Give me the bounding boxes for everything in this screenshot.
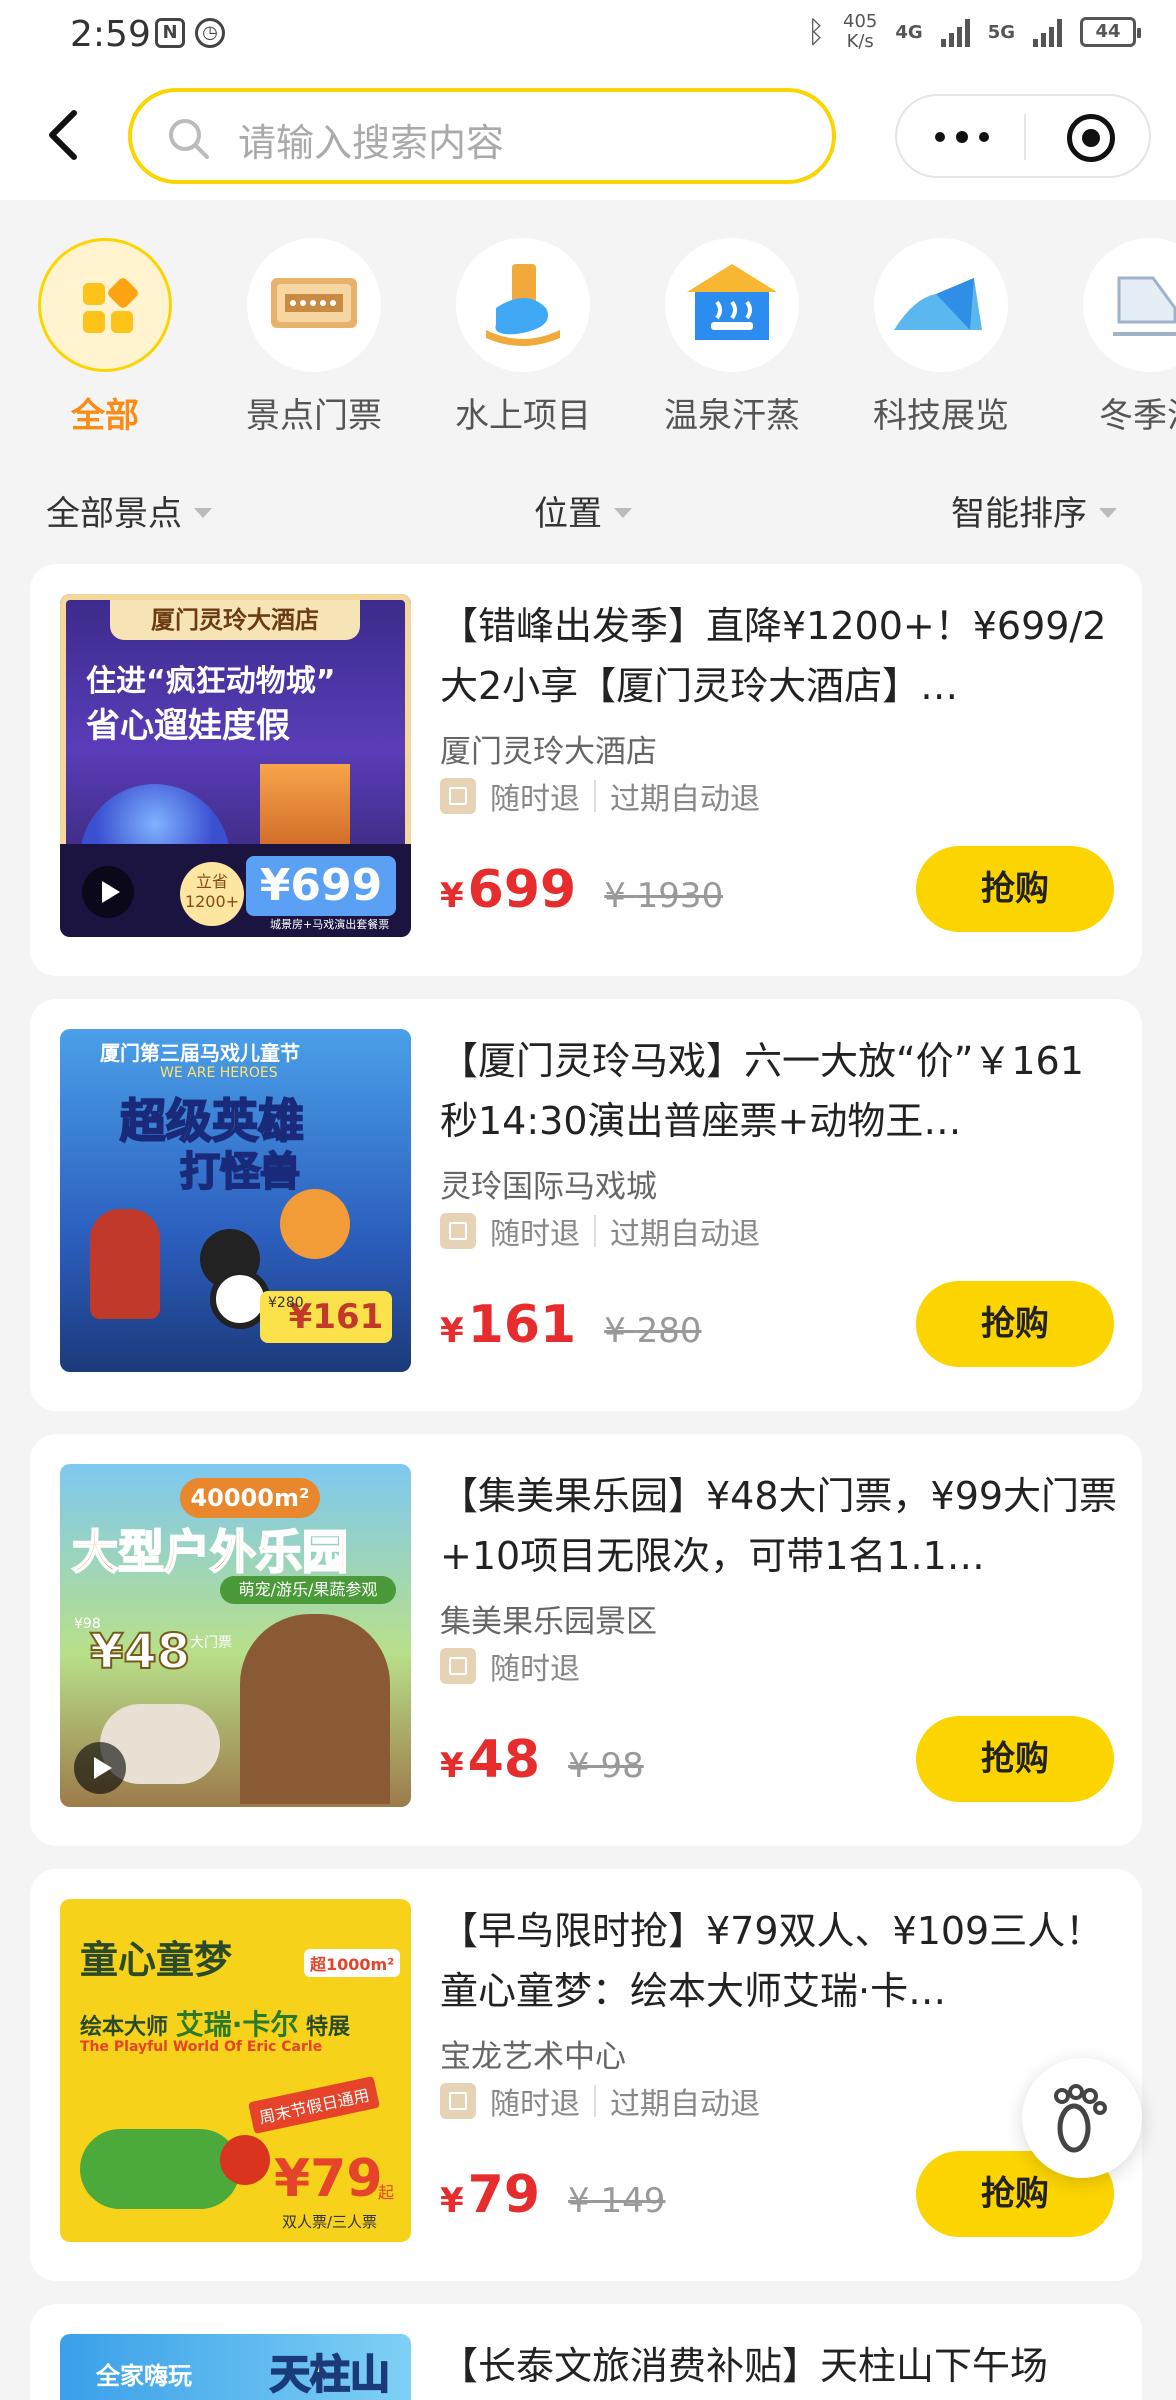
price: ¥ 699 ¥ 1930 — [440, 860, 724, 920]
product-card[interactable]: 厦门第三届马戏儿童节 WE ARE HEROES 超级英雄 打怪兽 ¥280 ¥… — [30, 999, 1142, 1411]
venue-name: 集美果乐园景区 — [440, 1604, 657, 1640]
footprint-button[interactable] — [1022, 2058, 1142, 2178]
back-button[interactable] — [40, 105, 90, 165]
status-time: 2:59 — [70, 14, 151, 55]
miniapp-capsule — [895, 94, 1151, 178]
category-all[interactable]: 全部 — [10, 238, 200, 437]
alarm-icon: ◷ — [195, 18, 225, 48]
search-icon — [169, 119, 209, 159]
product-image: 40000m² 大型户外乐园 萌宠/游乐/果蔬参观 ¥98 ¥48 大门票 — [60, 1464, 411, 1807]
hot-spring-icon — [687, 264, 777, 340]
venue-name: 灵玲国际马戏城 — [440, 1169, 657, 1205]
more-button[interactable] — [897, 96, 1024, 176]
product-card[interactable]: 全家嗨玩 天柱山 【长泰文旅消费补贴】天柱山下午场 — [30, 2304, 1142, 2400]
buy-button[interactable]: 抢购 — [916, 1281, 1114, 1367]
product-card[interactable]: 童心童梦 超1000m² 绘本大师 艾瑞·卡尔 特展 The Playful W… — [30, 1869, 1142, 2281]
nfc-icon: N — [155, 18, 185, 48]
grid-icon — [83, 278, 138, 333]
category-winter[interactable]: 冬季滑 — [1055, 238, 1176, 437]
buy-button[interactable]: 抢购 — [916, 1716, 1114, 1802]
product-image: 厦门第三届马戏儿童节 WE ARE HEROES 超级英雄 打怪兽 ¥280 ¥… — [60, 1029, 411, 1372]
refund-icon — [440, 778, 476, 814]
exhibition-icon — [894, 278, 982, 330]
product-title: 【厦门灵玲马戏】六一大放“价”￥161秒14:30演出普座票+动物王… — [440, 1039, 1084, 1143]
bluetooth-icon: ᛒ — [807, 14, 826, 50]
price: ¥ 48 ¥ 98 — [440, 1730, 644, 1790]
caret-down-icon — [614, 507, 632, 518]
product-card[interactable]: 厦门灵玲大酒店 住进“疯狂动物城” 省心遛娃度假 立省 1200+ ¥699 城… — [30, 564, 1142, 976]
category-exhibition[interactable]: 科技展览 — [846, 238, 1036, 437]
filter-location[interactable]: 位置 — [534, 486, 632, 535]
battery-icon: 44 — [1080, 17, 1141, 47]
category-hot-spring[interactable]: 温泉汗蒸 — [637, 238, 827, 437]
signal-icon — [940, 17, 970, 47]
network-speed: 405 K/s — [843, 11, 878, 52]
refund-icon — [440, 1648, 476, 1684]
product-card[interactable]: 40000m² 大型户外乐园 萌宠/游乐/果蔬参观 ¥98 ¥48 大门票 【集… — [30, 1434, 1142, 1846]
refund-icon — [440, 1213, 476, 1249]
filter-scenic[interactable]: 全部景点 — [46, 486, 212, 535]
refund-tags: 随时退 过期自动退 — [440, 1209, 760, 1253]
refund-tags: 随时退 — [440, 1644, 580, 1688]
product-title: 【集美果乐园】¥48大门票，¥99大门票+10项目无限次，可带1名1.1… — [440, 1474, 1118, 1578]
product-image: 厦门灵玲大酒店 住进“疯狂动物城” 省心遛娃度假 立省 1200+ ¥699 城… — [60, 594, 411, 937]
price: ¥ 161 ¥ 280 — [440, 1295, 702, 1355]
footprint-icon — [1054, 2084, 1107, 2153]
venue-name: 厦门灵玲大酒店 — [440, 734, 657, 770]
filter-bar: 全部景点 位置 智能排序 — [0, 460, 1176, 556]
search-input[interactable]: 请输入搜索内容 — [128, 88, 836, 184]
product-image: 全家嗨玩 天柱山 — [60, 2334, 411, 2400]
water-slide-icon — [486, 264, 560, 346]
category-bar: 全部 景点门票 水上项目 温泉汗蒸 科技展览 冬季 — [0, 200, 1176, 440]
skate-icon — [1113, 276, 1176, 336]
buy-button[interactable]: 抢购 — [916, 846, 1114, 932]
status-bar: 2:59 N ◷ ᛒ 405 K/s 4G 5G 44 — [0, 0, 1176, 70]
product-title: 【长泰文旅消费补贴】天柱山下午场 — [440, 2344, 1049, 2388]
refund-tags: 随时退 过期自动退 — [440, 774, 760, 818]
search-placeholder: 请输入搜索内容 — [238, 121, 505, 165]
close-miniapp-button[interactable] — [1067, 114, 1115, 162]
top-navbar: 请输入搜索内容 — [0, 70, 1176, 200]
chevron-left-icon — [49, 110, 77, 160]
product-title: 【早鸟限时抢】¥79双人、¥109三人！童心童梦：绘本大师艾瑞·卡… — [440, 1909, 1104, 2013]
refund-icon — [440, 2083, 476, 2119]
product-image: 童心童梦 超1000m² 绘本大师 艾瑞·卡尔 特展 The Playful W… — [60, 1899, 411, 2242]
ticket-icon — [271, 278, 357, 328]
signal-icon — [1033, 17, 1062, 47]
caret-down-icon — [194, 507, 212, 518]
caret-down-icon — [1099, 507, 1117, 518]
refund-tags: 随时退 过期自动退 — [440, 2079, 760, 2123]
play-icon — [74, 1742, 126, 1794]
price: ¥ 79 ¥ 149 — [440, 2165, 666, 2225]
venue-name: 宝龙艺术中心 — [440, 2039, 626, 2075]
category-tickets[interactable]: 景点门票 — [219, 238, 409, 437]
filter-sort[interactable]: 智能排序 — [951, 486, 1117, 535]
category-water[interactable]: 水上项目 — [428, 238, 618, 437]
product-title: 【错峰出发季】直降¥1200+！¥699/2大2小享【厦门灵玲大酒店】… — [440, 604, 1107, 708]
play-icon — [82, 866, 134, 918]
